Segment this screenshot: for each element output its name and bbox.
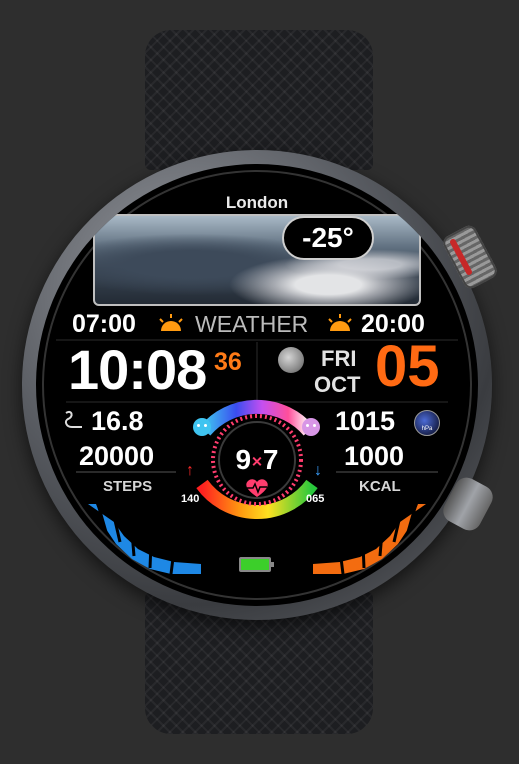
day-of-week: FRI — [321, 346, 357, 371]
sunrise-time: 07:00 — [72, 310, 136, 338]
heart-rate-digit-2: 7 — [262, 444, 279, 475]
month: OCT — [314, 372, 361, 397]
clock-time[interactable]: 10:08 — [68, 342, 207, 398]
steps-label: STEPS — [103, 478, 153, 495]
battery-icon[interactable] — [239, 557, 274, 572]
moon-phase-icon — [278, 347, 304, 373]
heart-beat-mark: ✕ — [251, 453, 263, 470]
heart-rate-icon — [246, 479, 268, 497]
temperature-value: -25° — [302, 222, 354, 253]
barometer-icon: hPa — [414, 410, 440, 436]
clock-seconds: 36 — [214, 348, 242, 376]
happy-face-icon — [193, 418, 211, 436]
pressure-value[interactable]: 1015 — [335, 408, 395, 435]
heart-rate-value[interactable]: 9✕7 — [36, 446, 478, 474]
watch-face: London -25° 07:00 WEATHER 20:00 10:08 36… — [36, 164, 478, 606]
calories-label: KCAL — [359, 478, 401, 495]
heart-rate-max: 140 — [181, 493, 200, 505]
distance-value[interactable]: 16.8 — [91, 408, 144, 435]
day-of-month[interactable]: 05 — [375, 338, 440, 396]
sunset-icon — [328, 314, 352, 331]
clock-hours: 10 — [68, 338, 129, 401]
heart-rate-min: 065 — [306, 493, 325, 505]
weather-label[interactable]: WEATHER — [195, 313, 308, 336]
city-name: London — [225, 193, 289, 212]
clock-minutes: 08 — [145, 338, 207, 401]
sad-face-icon — [302, 418, 320, 436]
clock-colon: : — [128, 338, 147, 401]
watch-strap-top — [145, 30, 373, 170]
sunrise-icon — [159, 314, 183, 331]
walking-distance-icon — [64, 410, 82, 428]
pressure-unit: hPa — [421, 426, 433, 432]
heart-rate-digit-1: 9 — [235, 444, 252, 475]
